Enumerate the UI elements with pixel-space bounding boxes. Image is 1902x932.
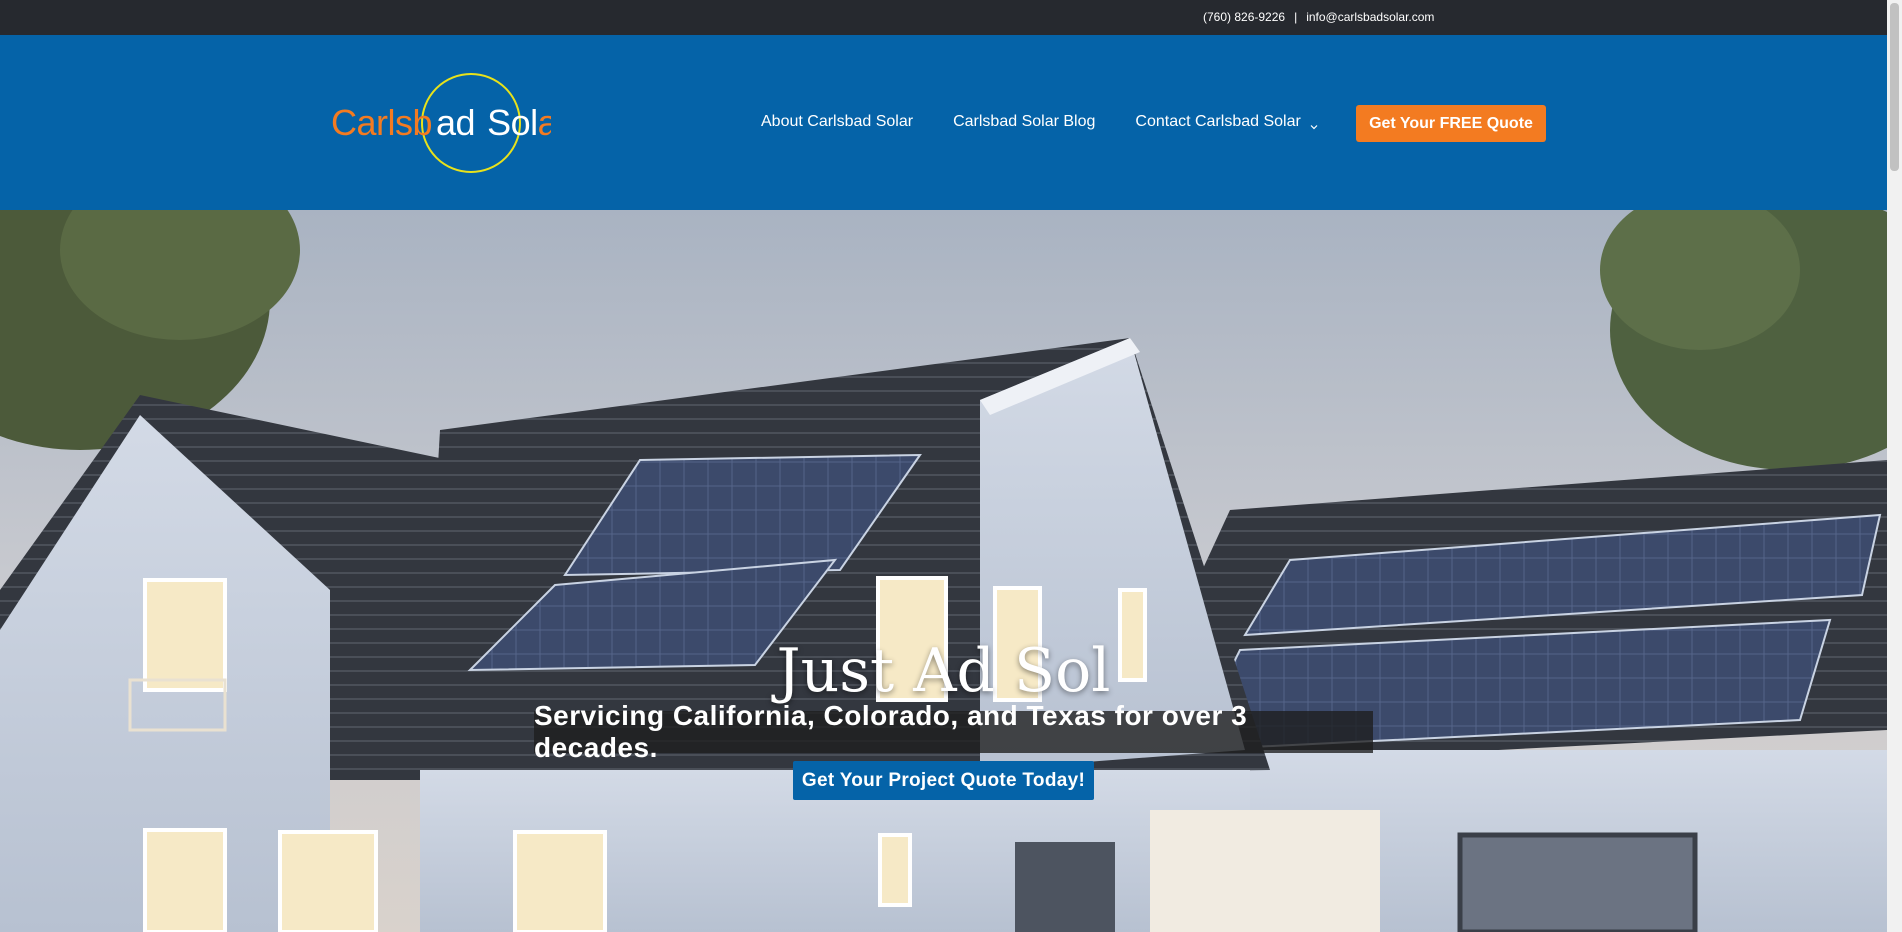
site-logo[interactable]: CarlsbadSolar — [331, 71, 570, 175]
svg-text:CarlsbadSolar: CarlsbadSolar — [331, 102, 551, 143]
nav-about[interactable]: About Carlsbad Solar — [761, 113, 913, 131]
main-nav: About Carlsbad Solar Carlsbad Solar Blog… — [761, 113, 1358, 131]
contact-info: (760) 826-9226 | info@carlsbadsolar.com — [1203, 10, 1434, 24]
nav-contact[interactable]: Contact Carlsbad Solar — [1135, 113, 1318, 131]
hero-section: Just Ad Sol Servicing California, Colora… — [0, 210, 1887, 932]
page-scrollbar[interactable] — [1887, 0, 1902, 932]
email-link[interactable]: info@carlsbadsolar.com — [1306, 10, 1434, 24]
hero-title: Just Ad Sol — [776, 636, 1111, 706]
chevron-down-icon — [1310, 118, 1318, 130]
project-quote-button[interactable]: Get Your Project Quote Today! — [793, 761, 1094, 800]
nav-blog[interactable]: Carlsbad Solar Blog — [953, 113, 1095, 131]
scrollbar-thumb[interactable] — [1890, 3, 1899, 171]
contact-separator: | — [1294, 10, 1298, 24]
top-contact-bar: (760) 826-9226 | info@carlsbadsolar.com — [0, 0, 1887, 35]
nav-blog-label: Carlsbad Solar Blog — [953, 113, 1096, 130]
site-header: CarlsbadSolar About Carlsbad Solar Carls… — [0, 35, 1887, 210]
hero-subtitle: Servicing California, Colorado, and Texa… — [534, 700, 1373, 763]
phone-link[interactable]: (760) 826-9226 — [1203, 10, 1285, 24]
nav-about-label: About Carlsbad Solar — [761, 113, 914, 130]
free-quote-button[interactable]: Get Your FREE Quote — [1356, 105, 1546, 142]
hero-house-image — [0, 210, 1887, 932]
nav-contact-label: Contact Carlsbad Solar — [1135, 113, 1301, 130]
